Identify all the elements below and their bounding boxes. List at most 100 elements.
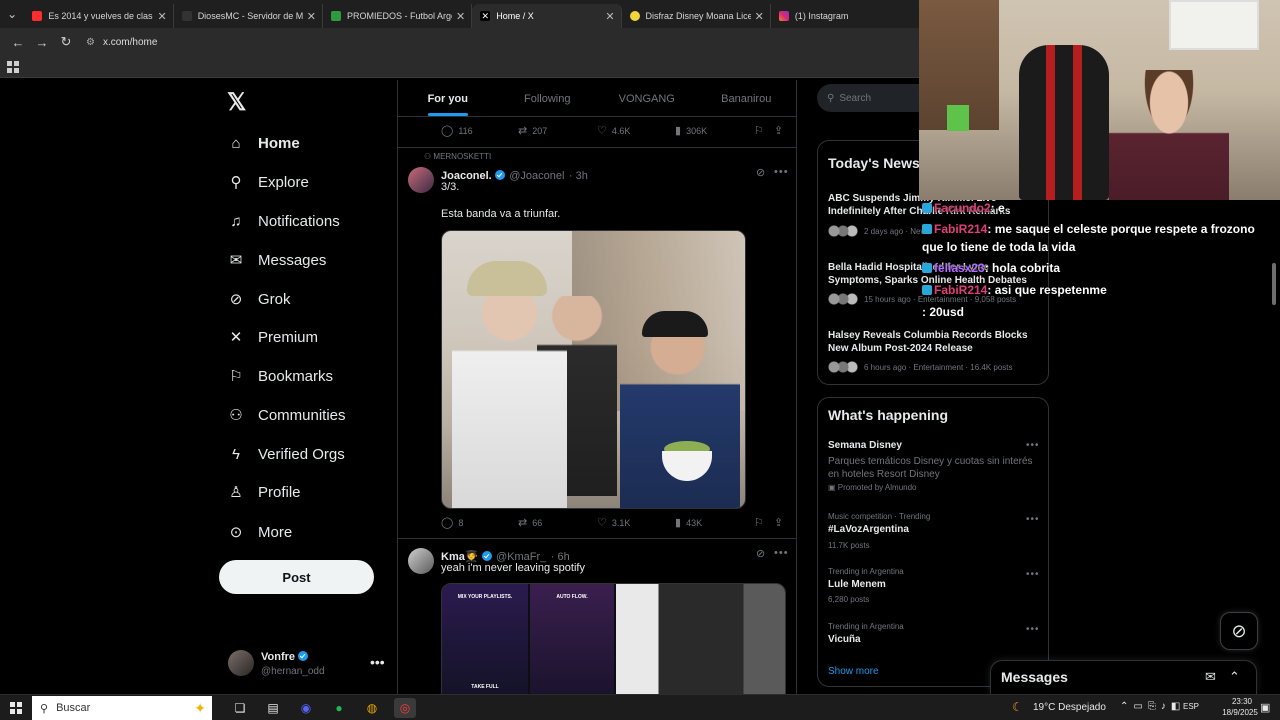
news-headline[interactable]: Halsey Reveals Columbia Records Blocks N… [828,329,1038,355]
nav-item-home[interactable]: ⌂ Home [227,128,299,158]
avatar[interactable] [408,548,434,574]
views-button[interactable]: ▮ 43K [675,516,702,529]
scrollbar-thumb[interactable] [1272,263,1276,305]
site-settings-icon[interactable]: ⚙ [86,37,95,48]
weather-moon-icon: ☾ [1012,700,1023,714]
tab-search-chevron-icon[interactable]: ⌄ [0,0,24,28]
tab-bananirou[interactable]: Bananirou [697,80,797,116]
browser-tab[interactable]: Disfraz Disney Moana Licencia ✕ [622,4,771,28]
language-indicator[interactable]: ESP [1183,702,1199,711]
more-dots-icon[interactable]: ••• [1026,514,1040,525]
share-button[interactable]: ⇪ [774,124,788,137]
trend-name[interactable]: Semana Disney [828,440,902,451]
repost-button[interactable]: ⇄ 207 [518,124,547,137]
close-icon[interactable]: ✕ [755,10,764,23]
browser-tab[interactable]: DiosesMC - Servidor de Minecraft ✕ [174,4,323,28]
show-more-link[interactable]: Show more [828,666,879,677]
tweet-photo[interactable] [441,230,746,509]
close-icon[interactable]: ✕ [307,10,316,23]
author-handle[interactable]: @Joaconel [509,170,564,182]
like-button[interactable]: ♡ 3.1K [597,516,630,529]
grok-floating-button[interactable]: ⊘ [1220,612,1258,650]
tray-icons[interactable]: ⌃▭⎘♪◧ [1120,701,1185,712]
close-icon[interactable]: ✕ [456,10,465,23]
nav-item-grok[interactable]: ⊘ Grok [227,284,291,314]
more-dots-icon[interactable]: ••• [370,654,385,670]
nav-item-profile[interactable]: ♙ Profile [227,477,300,507]
reload-icon[interactable]: ↻ [54,30,78,54]
more-dots-icon[interactable]: ••• [774,547,789,559]
media-panel[interactable]: MIX YOUR PLAYLISTS. TAKE FULL [442,584,528,694]
windows-start-icon[interactable] [10,702,22,714]
share-button[interactable]: ⇪ [774,516,788,529]
scrollbar[interactable] [1270,255,1278,695]
more-dots-icon[interactable]: ••• [1026,569,1040,580]
post-button[interactable]: Post [219,560,374,594]
clock-date[interactable]: 18/9/2025 [1215,708,1265,717]
nav-item-more[interactable]: ⊙ More [227,517,292,547]
tweet-media-grid[interactable]: MIX YOUR PLAYLISTS. TAKE FULL AUTO FLOW. [441,583,786,694]
tab-for-you[interactable]: For you [398,80,498,116]
new-message-icon[interactable]: ✉ [1205,669,1216,685]
bookmark-button[interactable]: ⚐ [754,124,769,137]
search-icon: ⚲ [827,92,835,104]
media-panel[interactable]: AUTO FLOW. [530,584,614,694]
trend-name[interactable]: Vicuña [828,634,861,645]
verified-badge-icon [298,651,309,661]
obs-icon[interactable]: ◎ [394,698,416,718]
nav-item-explore[interactable]: ⚲ Explore [227,167,309,197]
browser-tab[interactable]: PROMIEDOS - Futbol Argentino ✕ [323,4,473,28]
tab-vongang[interactable]: VONGANG [597,80,697,116]
nav-item-notifications[interactable]: ♫ Notifications [227,206,339,236]
chat-text: : asi que respetenme [987,283,1107,297]
tab-following[interactable]: Following [498,80,598,116]
browser-tab[interactable]: (1) Instagram [771,4,920,28]
spotify-icon[interactable]: ● [328,698,350,718]
discord-icon[interactable]: ◉ [295,698,317,718]
media-caption: MIX YOUR PLAYLISTS. [457,594,513,600]
forward-arrow-icon[interactable]: → [30,30,54,54]
x-logo-icon[interactable]: 𝕏 [227,88,246,117]
clock-time[interactable]: 23:30 [1222,697,1262,706]
tweet-time[interactable]: · 3h [569,170,588,182]
media-caption: TAKE FULL [471,684,499,690]
grok-icon[interactable]: ⊘ [756,547,765,560]
account-switcher[interactable]: Vonfre @hernan_odd ••• [228,646,388,680]
expand-chevron-icon[interactable]: ⌃ [1229,669,1240,685]
app-icon[interactable]: ▤ [262,698,284,718]
more-dots-icon[interactable]: ••• [774,166,789,178]
taskbar-search-input[interactable]: ⚲ Buscar ✦ [32,696,212,720]
more-dots-icon[interactable]: ••• [1026,440,1040,451]
browser-tab-active[interactable]: ✕ Home / X ✕ [472,4,622,28]
back-arrow-icon[interactable]: ← [6,30,30,54]
trend-name[interactable]: #LaVozArgentina [828,524,909,535]
bookmark-button[interactable]: ⚐ [754,516,769,529]
nav-item-premium[interactable]: ✕ Premium [227,322,318,352]
reply-button[interactable]: ◯ 8 [441,516,463,529]
tab-label: (1) Instagram [794,11,849,21]
nav-item-communities[interactable]: ⚇ Communities [227,400,345,430]
more-dots-icon[interactable]: ••• [1026,624,1040,635]
media-panel[interactable] [616,584,785,694]
browser-tab[interactable]: Es 2014 y vuelves de clase para ✕ [24,4,174,28]
weather-text[interactable]: 19°C Despejado [1033,702,1106,713]
messages-drawer[interactable]: Messages ✉ ⌃ [990,660,1257,694]
task-view-icon[interactable]: ❏ [229,698,251,718]
close-icon[interactable]: ✕ [157,10,166,23]
nav-item-messages[interactable]: ✉ Messages [227,245,327,275]
nav-item-verified-orgs[interactable]: ϟ Verified Orgs [227,439,345,469]
trend-name[interactable]: Lule Menem [828,579,886,590]
avatar[interactable] [408,167,434,193]
apps-grid-icon[interactable] [7,61,19,73]
trend-context: Trending in Argentina [828,622,904,631]
reply-button[interactable]: ◯ 116 [441,124,473,137]
nav-item-bookmarks[interactable]: ⚐ Bookmarks [227,361,333,391]
notifications-icon[interactable]: ▣ [1260,701,1270,714]
grok-icon[interactable]: ⊘ [756,166,765,179]
chrome-icon[interactable]: ◍ [361,698,383,718]
like-button[interactable]: ♡ 4.6K [597,124,630,137]
views-button[interactable]: ▮ 306K [675,124,707,137]
url-field[interactable]: ⚙ x.com/home [86,31,920,53]
close-icon[interactable]: ✕ [605,10,614,23]
repost-button[interactable]: ⇄ 66 [518,516,542,529]
